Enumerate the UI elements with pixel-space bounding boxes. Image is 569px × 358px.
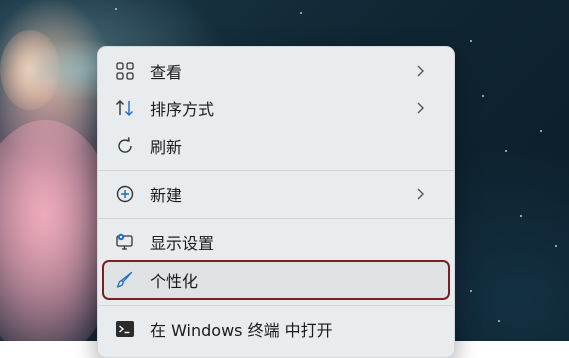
menu-item-label: 显示设置 (150, 234, 215, 253)
menu-item-open-in-terminal[interactable]: 在 Windows 终端 中打开 (104, 311, 448, 347)
display-settings-icon (114, 231, 136, 253)
menu-item-label: 在 Windows 终端 中打开 (150, 321, 333, 340)
menu-item-sort-by[interactable]: 排序方式 (104, 90, 448, 126)
menu-separator (98, 218, 454, 219)
menu-separator (98, 170, 454, 171)
brush-icon (114, 269, 136, 291)
terminal-icon (114, 318, 136, 340)
menu-item-personalize[interactable]: 个性化 (102, 260, 450, 300)
menu-item-label: 新建 (150, 186, 183, 205)
menu-item-label: 个性化 (150, 272, 199, 291)
sort-arrows-icon (114, 97, 136, 119)
chevron-right-icon (414, 100, 428, 116)
grid-view-icon (114, 60, 136, 82)
menu-item-label: 排序方式 (150, 100, 215, 119)
menu-item-view[interactable]: 查看 (104, 53, 448, 89)
add-circle-icon (114, 183, 136, 205)
menu-item-new[interactable]: 新建 (104, 176, 448, 212)
chevron-right-icon (414, 186, 428, 202)
menu-item-display-settings[interactable]: 显示设置 (104, 224, 448, 260)
refresh-icon (114, 135, 136, 157)
desktop-context-menu: 查看 排序方式 刷新 新建 显示设置 个性化 在 Windows 终端 中打开 (97, 46, 455, 358)
menu-item-refresh[interactable]: 刷新 (104, 128, 448, 164)
menu-item-label: 查看 (150, 63, 183, 82)
menu-item-label: 刷新 (150, 138, 183, 157)
chevron-right-icon (414, 63, 428, 79)
menu-separator (98, 305, 454, 306)
